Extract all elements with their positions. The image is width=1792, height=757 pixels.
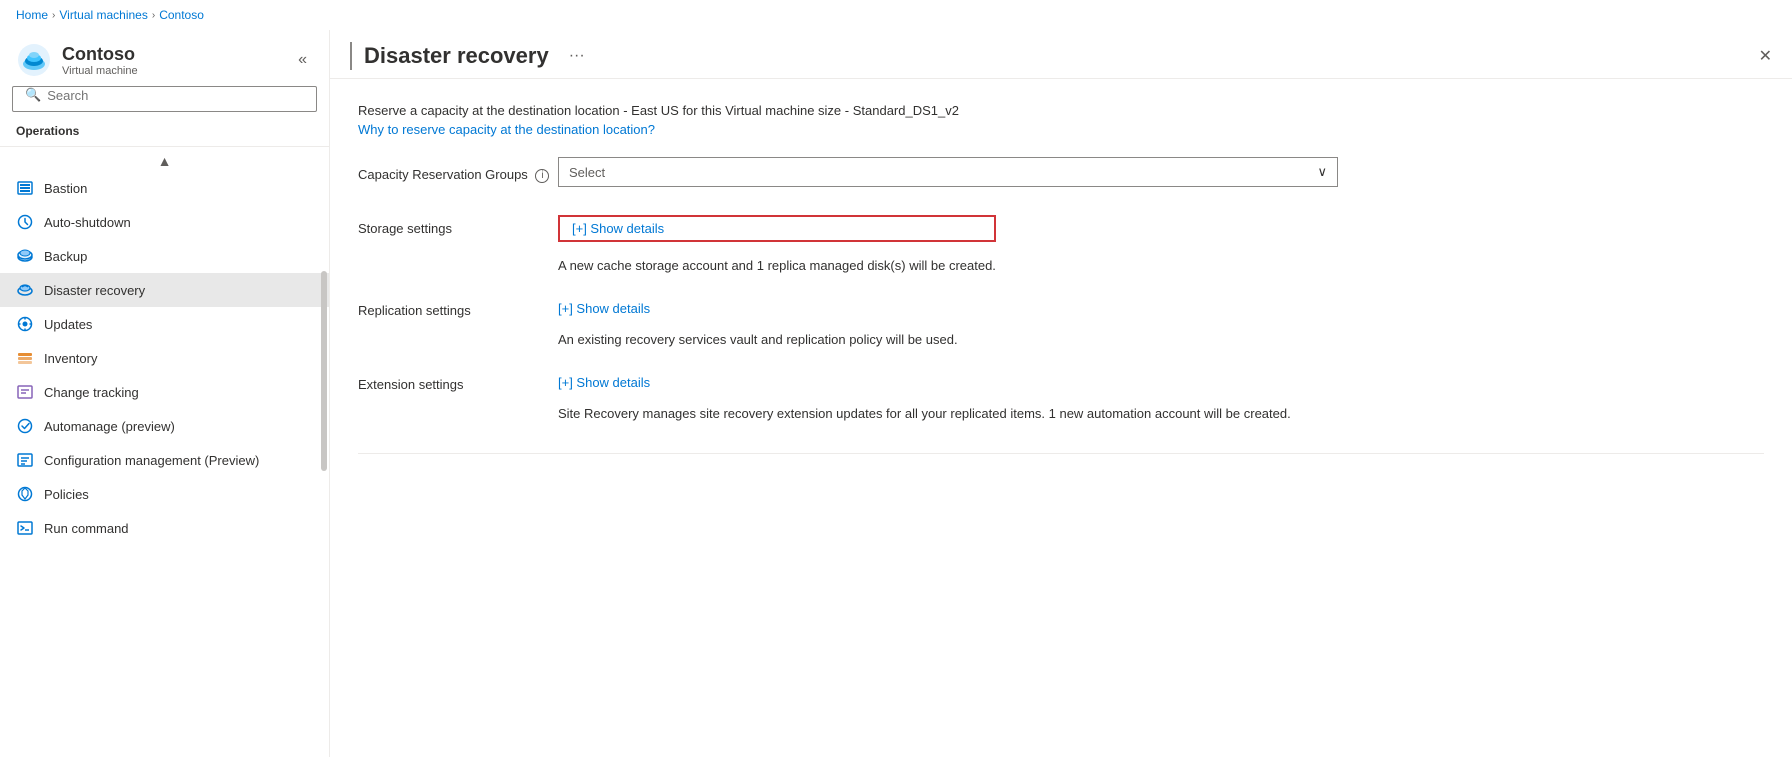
vm-subtitle: Virtual machine <box>62 65 138 77</box>
storage-description: A new cache storage account and 1 replic… <box>558 258 996 273</box>
automanage-icon <box>16 417 34 435</box>
policies-icon <box>16 485 34 503</box>
sidebar-item-auto-shutdown[interactable]: Auto-shutdown <box>0 205 329 239</box>
extension-label: Extension settings <box>358 375 558 392</box>
breadcrumb-current: Contoso <box>159 8 204 22</box>
more-options-button[interactable]: ··· <box>569 47 585 65</box>
vm-icon <box>16 42 52 78</box>
sidebar-label-config-mgmt: Configuration management (Preview) <box>44 453 313 468</box>
page-title: Disaster recovery <box>364 43 549 69</box>
sidebar-item-run-command[interactable]: Run command <box>0 511 329 545</box>
capacity-reservation-select[interactable]: Select ∨ <box>558 157 1338 187</box>
operations-label: Operations <box>0 120 329 142</box>
replication-description: An existing recovery services vault and … <box>558 332 958 347</box>
sidebar-label-automanage: Automanage (preview) <box>44 419 313 434</box>
disaster-recovery-icon <box>16 281 34 299</box>
sidebar-item-change-tracking[interactable]: Change tracking <box>0 375 329 409</box>
sidebar-label-change-tracking: Change tracking <box>44 385 313 400</box>
vm-name: Contoso <box>62 44 138 65</box>
sidebar-label-auto-shutdown: Auto-shutdown <box>44 215 313 230</box>
content-area: Reserve a capacity at the destination lo… <box>330 79 1792 757</box>
sidebar-item-backup[interactable]: Backup <box>0 239 329 273</box>
header-divider <box>350 42 352 70</box>
storage-label: Storage settings <box>358 215 558 236</box>
capacity-chevron-icon: ∨ <box>1317 164 1327 180</box>
sidebar-item-updates[interactable]: Updates <box>0 307 329 341</box>
config-mgmt-icon <box>16 451 34 469</box>
capacity-info-icon[interactable]: i <box>535 169 549 183</box>
run-command-icon <box>16 519 34 537</box>
sidebar-item-bastion[interactable]: Bastion <box>0 171 329 205</box>
breadcrumb-home[interactable]: Home <box>16 8 48 22</box>
breadcrumb: Home › Virtual machines › Contoso <box>0 0 1792 30</box>
bastion-icon <box>16 179 34 197</box>
backup-icon <box>16 247 34 265</box>
change-tracking-icon <box>16 383 34 401</box>
collapse-button[interactable]: « <box>292 47 313 73</box>
sidebar-label-updates: Updates <box>44 317 313 332</box>
sidebar-item-inventory[interactable]: Inventory <box>0 341 329 375</box>
close-button[interactable]: ✕ <box>1759 46 1772 66</box>
sidebar-label-backup: Backup <box>44 249 313 264</box>
replication-show-details-link[interactable]: [+] Show details <box>558 301 958 316</box>
page-header: Disaster recovery ··· ✕ <box>330 30 1792 79</box>
scroll-up[interactable]: ▲ <box>0 151 329 171</box>
sidebar-label-disaster-recovery: Disaster recovery <box>44 283 313 298</box>
storage-show-details-button[interactable]: [+] Show details <box>558 215 996 242</box>
sidebar-item-config-mgmt[interactable]: Configuration management (Preview) <box>0 443 329 477</box>
capacity-select-value: Select <box>569 165 605 180</box>
storage-show-details-text: [+] Show details <box>572 221 664 236</box>
content-divider <box>358 453 1764 454</box>
sidebar-label-inventory: Inventory <box>44 351 313 366</box>
sidebar-item-policies[interactable]: Policies <box>0 477 329 511</box>
search-icon: 🔍 <box>25 87 41 103</box>
extension-show-details-link[interactable]: [+] Show details <box>558 375 1291 390</box>
capacity-reservation-label: Capacity Reservation Groups i <box>358 161 558 183</box>
search-input[interactable] <box>47 88 304 103</box>
sidebar-item-disaster-recovery[interactable]: Disaster recovery <box>0 273 329 307</box>
replication-label: Replication settings <box>358 301 558 318</box>
inventory-icon <box>16 349 34 367</box>
auto-shutdown-icon <box>16 213 34 231</box>
sidebar-label-bastion: Bastion <box>44 181 313 196</box>
breadcrumb-vms[interactable]: Virtual machines <box>59 8 148 22</box>
updates-icon <box>16 315 34 333</box>
sidebar-label-run-command: Run command <box>44 521 313 536</box>
sidebar-item-automanage[interactable]: Automanage (preview) <box>0 409 329 443</box>
extension-description: Site Recovery manages site recovery exte… <box>558 406 1291 421</box>
scrollbar-thumb[interactable] <box>321 271 327 471</box>
capacity-info-text: Reserve a capacity at the destination lo… <box>358 103 1764 118</box>
sidebar-label-policies: Policies <box>44 487 313 502</box>
capacity-link[interactable]: Why to reserve capacity at the destinati… <box>358 122 655 137</box>
